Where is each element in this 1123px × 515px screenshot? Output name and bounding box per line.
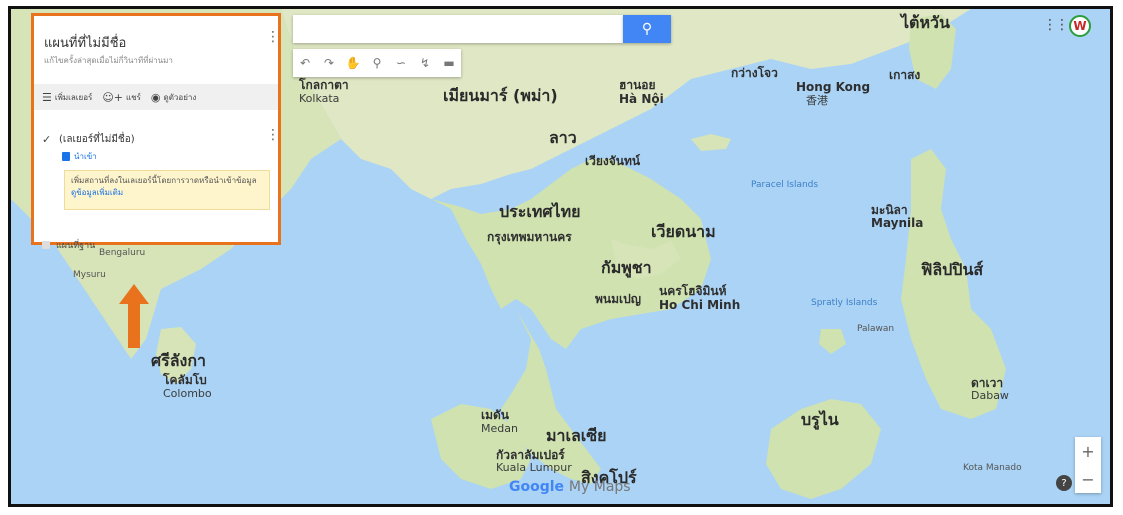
map-label-bengaluru: Bengaluru (99, 248, 146, 258)
map-label-hong-kong-zh: 香港 (806, 94, 828, 107)
map-label-hcmc-en: Ho Chi Minh (659, 298, 741, 312)
map-toolbar: ↶ ↷ ✋ ⚲ ∽ ↯ ▬ (293, 49, 461, 77)
base-map-row[interactable]: แผนที่ฐาน (42, 238, 95, 252)
preview-icon: ◉ (150, 90, 161, 104)
search-button[interactable]: ⚲ (623, 15, 671, 43)
layer-more-icon[interactable]: ⋮ (266, 128, 280, 142)
layer-name[interactable]: (เลเยอร์ที่ไม่มีชื่อ) (59, 132, 135, 147)
import-file-icon (62, 152, 70, 161)
map-label-medan-en: Medan (481, 422, 518, 435)
panel-more-icon[interactable]: ⋮ (266, 30, 280, 44)
map-label-taiwan: ไต้หวัน (901, 13, 950, 32)
draw-line-icon[interactable]: ∽ (389, 49, 413, 77)
map-label-guangzhou: กว่างโจว (731, 66, 778, 80)
panel-actions: ☰ เพิ่มเลเยอร์ ☺+ แชร์ ◉ ดูตัวอย่าง (34, 84, 278, 110)
search-icon: ⚲ (641, 21, 653, 37)
map-label-hanoi-en: Hà Nội (619, 92, 664, 106)
map-label-kolkata: โกลกาตา (299, 78, 349, 92)
map-label-kuala-lumpur-en: Kuala Lumpur (496, 461, 572, 474)
map-label-hong-kong: Hong Kong (796, 80, 871, 94)
directions-icon[interactable]: ↯ (413, 49, 437, 77)
share-button[interactable]: ☺+ แชร์ (102, 91, 141, 104)
pan-hand-icon[interactable]: ✋ (341, 49, 365, 77)
layer-item[interactable]: ✓ (เลเยอร์ที่ไม่มีชื่อ) (42, 132, 135, 147)
map-title[interactable]: แผนที่ที่ไม่มีชื่อ (44, 32, 126, 53)
map-label-spratly: Spratly Islands (811, 298, 878, 308)
layer-checkbox[interactable]: ✓ (42, 134, 53, 145)
redo-icon[interactable]: ↷ (317, 49, 341, 77)
map-label-palawan: Palawan (857, 324, 895, 334)
map-label-cambodia: กัมพูชา (601, 258, 652, 277)
measure-ruler-icon[interactable]: ▬ (437, 49, 461, 77)
zoom-out-button[interactable]: − (1075, 465, 1101, 493)
map-label-mysuru: Mysuru (73, 270, 106, 280)
map-label-kolkata-en: Kolkata (299, 92, 340, 105)
share-icon: ☺+ (102, 90, 124, 104)
map-label-malaysia: มาเลเซีย (546, 426, 607, 445)
preview-button[interactable]: ◉ ดูตัวอย่าง (151, 91, 196, 104)
expand-icon[interactable] (42, 241, 50, 249)
learn-more-link[interactable]: ดูข้อมูลเพิ่มเติม (71, 188, 123, 197)
map-label-colombo: โคลัมโบ (163, 373, 207, 387)
map-label-vientiane: เวียงจันทน์ (585, 154, 641, 168)
zoom-in-button[interactable]: + (1075, 437, 1101, 465)
map-label-laos: ลาว (549, 128, 577, 147)
map-frame: เมียนมาร์ (พม่า) ลาว เวียงจันทน์ ประเทศไ… (8, 6, 1113, 507)
map-label-davao-en: Dabaw (971, 389, 1009, 402)
map-label-hcmc: นครโฮจิมินห์ (659, 284, 727, 298)
map-label-paracel: Paracel Islands (751, 180, 819, 190)
map-label-kota-manado: Kota Manado (963, 463, 1022, 473)
undo-icon[interactable]: ↶ (293, 49, 317, 77)
zoom-control: + − (1075, 437, 1101, 493)
google-my-maps-logo: Google My Maps (509, 479, 631, 495)
search-input[interactable] (293, 15, 623, 43)
add-layer-button[interactable]: ☰ เพิ่มเลเยอร์ (42, 91, 92, 104)
arrow-up-icon (119, 284, 149, 348)
map-label-sri-lanka: ศรีลังกา (151, 351, 207, 370)
layer-info-box: เพิ่มสถานที่ลงในเลเยอร์นี้โดยการวาดหรือน… (64, 170, 270, 210)
map-label-thailand: ประเทศไทย (499, 202, 581, 221)
map-label-phnom-penh: พนมเปญ (595, 292, 641, 306)
last-edited-status: แก้ไขครั้งล่าสุดเมื่อไม่กี่วินาทีที่ผ่าน… (44, 56, 173, 65)
map-label-colombo-en: Colombo (163, 387, 212, 400)
map-legend-panel: แผนที่ที่ไม่มีชื่อ ⋮ แก้ไขครั้งล่าสุดเมื… (31, 13, 281, 251)
add-marker-icon[interactable]: ⚲ (365, 49, 389, 77)
map-label-philippines: ฟิลิปปินส์ (921, 260, 984, 279)
layers-icon: ☰ (42, 90, 52, 104)
map-label-hanoi: ฮานอย (619, 78, 656, 92)
map-label-vietnam: เวียดนาม (651, 222, 716, 241)
map-label-myanmar: เมียนมาร์ (พม่า) (443, 86, 558, 105)
map-label-kaohsiung: เกาสง (889, 68, 921, 82)
map-label-medan: เมดัน (481, 408, 510, 422)
help-icon[interactable]: ? (1056, 475, 1072, 491)
map-label-bangkok: กรุงเทพมหานคร (487, 230, 572, 244)
avatar[interactable]: W (1069, 15, 1091, 37)
map-label-manila-en: Maynila (871, 216, 924, 230)
map-label-brunei: บรูไน (801, 410, 839, 429)
import-link[interactable]: นำเข้า (62, 150, 97, 163)
